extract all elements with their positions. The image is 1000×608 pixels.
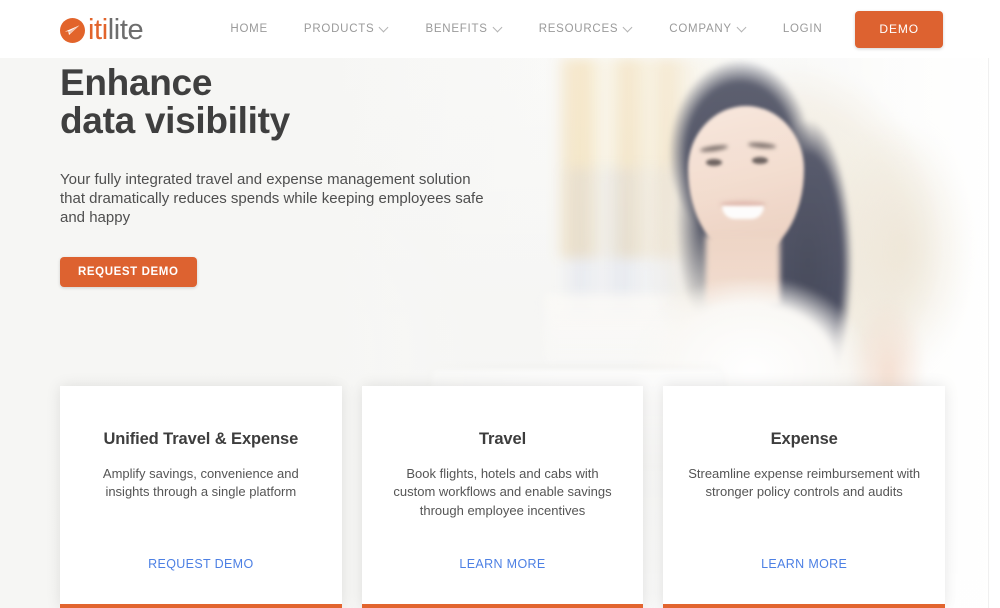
hero-title-line-1: Enhance bbox=[60, 62, 213, 103]
feature-card-expense[interactable]: Expense Streamline expense reimbursement… bbox=[663, 386, 946, 608]
nav-item-company[interactable]: COMPANY bbox=[651, 0, 765, 58]
nav-item-label: RESOURCES bbox=[538, 23, 619, 35]
page-right-edge bbox=[988, 58, 989, 608]
nav-item-label: BENEFITS bbox=[425, 23, 488, 35]
nav-item-login[interactable]: LOGIN bbox=[765, 0, 841, 58]
page-title: Enhance data visibility bbox=[60, 62, 530, 142]
main-navigation: HOME PRODUCTS BENEFITS RESOURCES COMPANY… bbox=[212, 0, 943, 58]
card-description: Amplify savings, convenience and insight… bbox=[102, 466, 299, 500]
site-header: itilite HOME PRODUCTS BENEFITS RESOURCES… bbox=[0, 0, 1000, 58]
brand-wordmark: itilite bbox=[88, 13, 144, 46]
nav-item-products[interactable]: PRODUCTS bbox=[286, 0, 408, 58]
chevron-down-icon bbox=[494, 24, 503, 33]
nav-item-label: PRODUCTS bbox=[303, 23, 375, 35]
brand-wordmark-second: lite bbox=[107, 13, 144, 46]
hero-title-line-2: data visibility bbox=[60, 100, 290, 142]
feature-card-travel[interactable]: Travel Book flights, hotels and cabs wit… bbox=[361, 386, 644, 608]
hero-copy: Enhance data visibility Your fully integ… bbox=[60, 58, 530, 287]
chevron-down-icon bbox=[738, 24, 747, 33]
nav-item-resources[interactable]: RESOURCES bbox=[521, 0, 652, 58]
nav-item-label: LOGIN bbox=[782, 23, 823, 35]
hero-section: Enhance data visibility Your fully integ… bbox=[0, 58, 1000, 608]
chevron-down-icon bbox=[624, 24, 633, 33]
feature-cards: Unified Travel & Expense Amplify savings… bbox=[60, 386, 946, 608]
card-title: Unified Travel & Expense bbox=[103, 430, 299, 448]
brand-wordmark-first: iti bbox=[88, 13, 108, 46]
brand-logo[interactable]: itilite bbox=[60, 13, 144, 47]
nav-item-benefits[interactable]: BENEFITS bbox=[407, 0, 520, 58]
nav-item-label: COMPANY bbox=[669, 23, 732, 35]
request-demo-button[interactable]: REQUEST DEMO bbox=[60, 256, 197, 287]
paper-plane-circle-icon bbox=[60, 17, 85, 43]
card-link-request-demo[interactable]: REQUEST DEMO bbox=[60, 557, 342, 571]
card-description: Book flights, hotels and cabs with custo… bbox=[393, 466, 612, 518]
feature-card-unified-travel-expense[interactable]: Unified Travel & Expense Amplify savings… bbox=[60, 386, 342, 608]
hero-subtitle: Your fully integrated travel and expense… bbox=[60, 170, 484, 227]
nav-item-label: HOME bbox=[230, 23, 268, 35]
landing-page: itilite HOME PRODUCTS BENEFITS RESOURCES… bbox=[0, 0, 1000, 608]
card-link-learn-more[interactable]: LEARN MORE bbox=[663, 557, 945, 571]
demo-button[interactable]: DEMO bbox=[855, 10, 943, 48]
card-title: Travel bbox=[478, 430, 527, 448]
card-description: Streamline expense reimbursement with st… bbox=[688, 466, 921, 500]
card-link-learn-more[interactable]: LEARN MORE bbox=[362, 557, 644, 571]
card-title: Expense bbox=[770, 430, 838, 448]
chevron-down-icon bbox=[380, 24, 389, 33]
nav-item-home[interactable]: HOME bbox=[212, 0, 286, 58]
